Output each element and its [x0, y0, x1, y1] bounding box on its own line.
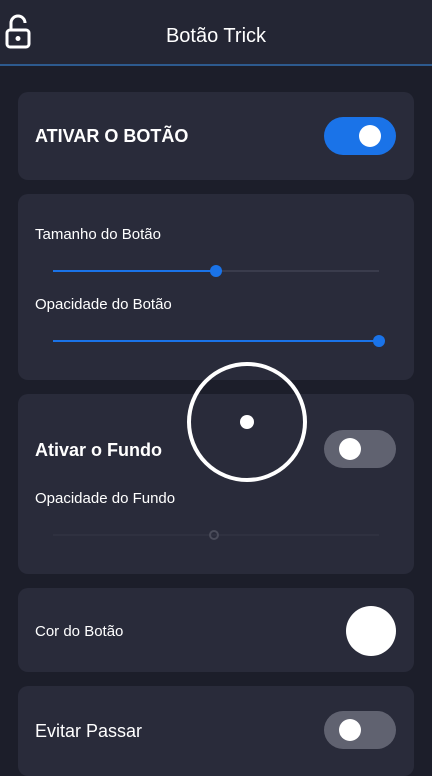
button-settings-card: Tamanho do Botão Opacidade do Botão	[18, 194, 414, 380]
background-opacity-slider[interactable]	[53, 528, 379, 542]
avoid-passing-label: Evitar Passar	[35, 721, 143, 741]
enable-background-label: Ativar o Fundo	[35, 440, 162, 460]
toggle-knob	[339, 719, 361, 741]
button-color-swatch[interactable]	[346, 606, 396, 656]
slider-thumb[interactable]	[373, 335, 385, 347]
button-opacity-slider[interactable]	[53, 334, 385, 348]
button-size-label: Tamanho do Botão	[35, 226, 161, 243]
button-opacity-label: Opacidade do Botão	[35, 296, 172, 313]
enable-button-label: ATIVAR O BOTÃO	[35, 126, 189, 146]
slider-thumb[interactable]	[209, 530, 219, 540]
page-title: Botão Trick	[165, 25, 267, 47]
enable-background-toggle[interactable]	[324, 430, 396, 468]
floating-trick-button[interactable]	[187, 362, 307, 482]
button-color-card: Cor do Botão	[18, 588, 414, 672]
avoid-passing-toggle[interactable]	[324, 711, 396, 749]
button-color-label: Cor do Botão	[35, 623, 124, 640]
slider-fill	[53, 340, 379, 342]
avoid-passing-card: Evitar Passar	[18, 686, 414, 776]
app-header: Botão Trick	[0, 0, 432, 66]
slider-thumb[interactable]	[210, 265, 222, 277]
floating-button-dot	[240, 415, 254, 429]
background-opacity-label: Opacidade do Fundo	[35, 490, 176, 507]
toggle-knob	[339, 438, 361, 460]
toggle-knob	[359, 125, 381, 147]
enable-button-toggle[interactable]	[324, 117, 396, 155]
button-size-slider[interactable]	[53, 264, 379, 278]
slider-fill	[53, 270, 216, 272]
enable-button-card: ATIVAR O BOTÃO	[18, 92, 414, 180]
